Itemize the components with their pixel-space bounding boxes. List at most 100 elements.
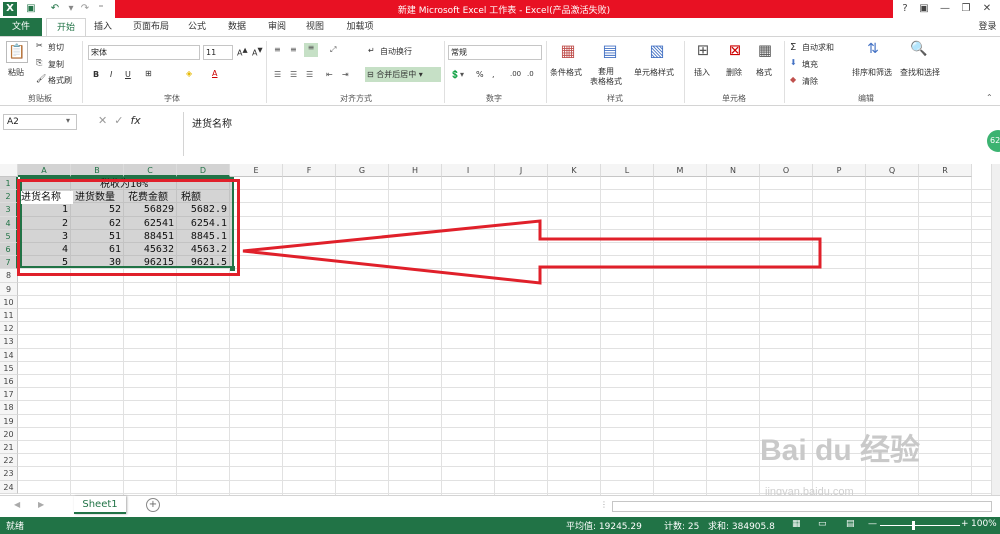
page-break-view-icon[interactable]: ▤ (846, 519, 855, 529)
border-icon[interactable]: ⊞ (145, 69, 152, 78)
column-header-a[interactable]: A (18, 164, 71, 177)
row-header-21[interactable]: 21 (0, 441, 18, 455)
prev-sheet-icon[interactable]: ◀ (14, 500, 20, 509)
row-header-5[interactable]: 5 (0, 229, 18, 243)
row-header-16[interactable]: 16 (0, 375, 18, 389)
format-painter-icon[interactable]: 🖌 (36, 74, 46, 83)
wrap-text-button[interactable]: 自动换行 (380, 46, 412, 57)
column-header-j[interactable]: J (495, 164, 548, 177)
paste-icon[interactable]: 📋 (6, 41, 28, 63)
row-header-13[interactable]: 13 (0, 335, 18, 349)
zoom-in-icon[interactable]: + (961, 519, 969, 529)
vertical-scrollbar[interactable] (991, 164, 1000, 495)
shrink-font-icon[interactable]: A▼ (252, 46, 263, 58)
row-header-23[interactable]: 23 (0, 467, 18, 481)
number-format-select[interactable]: 常规 (448, 45, 542, 60)
column-header-d[interactable]: D (177, 164, 230, 177)
copy-icon[interactable]: ⎘ (36, 58, 42, 68)
font-name-select[interactable]: 宋体 (88, 45, 200, 60)
find-select-icon[interactable]: 🔍 (908, 41, 930, 63)
column-header-f[interactable]: F (283, 164, 336, 177)
insert-cells-icon[interactable]: ⊞ (692, 41, 714, 63)
column-header-i[interactable]: I (442, 164, 495, 177)
column-header-n[interactable]: N (707, 164, 760, 177)
row-header-15[interactable]: 15 (0, 361, 18, 375)
tab-page-layout[interactable]: 页面布局 (128, 18, 174, 36)
fill-icon[interactable]: ⬇ (790, 58, 797, 67)
undo-icon[interactable]: ↶ (48, 2, 62, 16)
row-header-7[interactable]: 7 (0, 256, 18, 270)
column-header-k[interactable]: K (548, 164, 601, 177)
fill-button[interactable]: 填充 (802, 59, 818, 70)
column-header-o[interactable]: O (760, 164, 813, 177)
format-cells-icon[interactable]: ▦ (754, 41, 776, 63)
cancel-icon[interactable]: ✕ (98, 114, 107, 127)
insert-function-icon[interactable]: fx (130, 114, 140, 127)
horizontal-scrollbar[interactable] (612, 501, 992, 512)
row-header-6[interactable]: 6 (0, 243, 18, 257)
font-color-icon[interactable]: A (212, 69, 217, 78)
row-header-8[interactable]: 8 (0, 269, 18, 283)
conditional-format-button[interactable]: 条件格式 (550, 67, 582, 78)
next-sheet-icon[interactable]: ▶ (38, 500, 44, 509)
decrease-decimal-icon[interactable]: .0 (527, 70, 534, 78)
undo-dropdown-icon[interactable]: ▾ (64, 2, 78, 16)
row-header-3[interactable]: 3 (0, 203, 18, 217)
tab-view[interactable]: 视图 (300, 18, 330, 36)
normal-view-icon[interactable]: ▦ (792, 519, 801, 529)
redo-icon[interactable]: ↷ (78, 2, 92, 16)
row-header-9[interactable]: 9 (0, 282, 18, 296)
customize-qa-icon[interactable]: ⁼ (94, 2, 108, 16)
column-header-b[interactable]: B (71, 164, 124, 177)
grow-font-icon[interactable]: A▲ (237, 46, 248, 58)
align-bottom-icon[interactable]: ≡ (304, 43, 318, 57)
column-header-p[interactable]: P (813, 164, 866, 177)
help-button[interactable]: ? (896, 1, 914, 17)
restore-button[interactable]: ❐ (957, 1, 975, 17)
format-as-table-button[interactable]: 套用 表格格式 (590, 67, 622, 87)
row-header-1[interactable]: 1 (0, 177, 18, 191)
row-header-24[interactable]: 24 (0, 480, 18, 494)
tab-split-icon[interactable]: ⋮ (600, 500, 608, 509)
row-header-18[interactable]: 18 (0, 401, 18, 415)
italic-button[interactable]: I (110, 70, 112, 79)
column-header-l[interactable]: L (601, 164, 654, 177)
row-header-22[interactable]: 22 (0, 454, 18, 468)
column-header-e[interactable]: E (230, 164, 283, 177)
delete-cells-button[interactable]: 删除 (726, 67, 742, 78)
format-as-table-icon[interactable]: ▤ (598, 41, 622, 63)
column-header-g[interactable]: G (336, 164, 389, 177)
tab-addins[interactable]: 加载项 (340, 18, 380, 36)
clear-button[interactable]: 清除 (802, 76, 818, 87)
format-painter-button[interactable]: 格式刷 (48, 75, 72, 86)
zoom-out-icon[interactable]: — (868, 519, 877, 529)
minimize-button[interactable]: — (936, 1, 954, 17)
increase-indent-icon[interactable]: ⇥ (342, 70, 349, 79)
close-button[interactable]: ✕ (978, 1, 996, 17)
formula-input[interactable]: 进货名称 (183, 112, 1000, 156)
row-header-17[interactable]: 17 (0, 388, 18, 402)
autosum-button[interactable]: 自动求和 (802, 42, 834, 53)
increase-decimal-icon[interactable]: .00 (510, 70, 521, 78)
align-middle-icon[interactable]: ≡ (290, 45, 297, 54)
cut-button[interactable]: 剪切 (48, 42, 64, 53)
column-header-h[interactable]: H (389, 164, 442, 177)
tab-insert[interactable]: 插入 (88, 18, 118, 36)
row-header-4[interactable]: 4 (0, 216, 18, 230)
merge-center-button[interactable]: ⊟ 合并后居中 ▾ (365, 67, 441, 82)
row-header-11[interactable]: 11 (0, 309, 18, 323)
zoom-slider-thumb[interactable] (912, 521, 915, 530)
wrap-text-icon[interactable]: ↵ (368, 46, 375, 55)
conditional-format-icon[interactable]: ▦ (556, 41, 580, 63)
column-header-m[interactable]: M (654, 164, 707, 177)
row-header-19[interactable]: 19 (0, 414, 18, 428)
underline-button[interactable]: U (125, 70, 131, 79)
fill-color-icon[interactable]: ◈ (186, 69, 192, 78)
cell-styles-button[interactable]: 单元格样式 (634, 67, 674, 78)
font-size-select[interactable]: 11 (203, 45, 233, 60)
enter-icon[interactable]: ✓ (114, 114, 123, 127)
align-center-icon[interactable]: ☰ (290, 70, 297, 79)
percent-button[interactable]: % (476, 70, 484, 79)
column-header-q[interactable]: Q (866, 164, 919, 177)
select-all-corner[interactable] (0, 164, 18, 177)
